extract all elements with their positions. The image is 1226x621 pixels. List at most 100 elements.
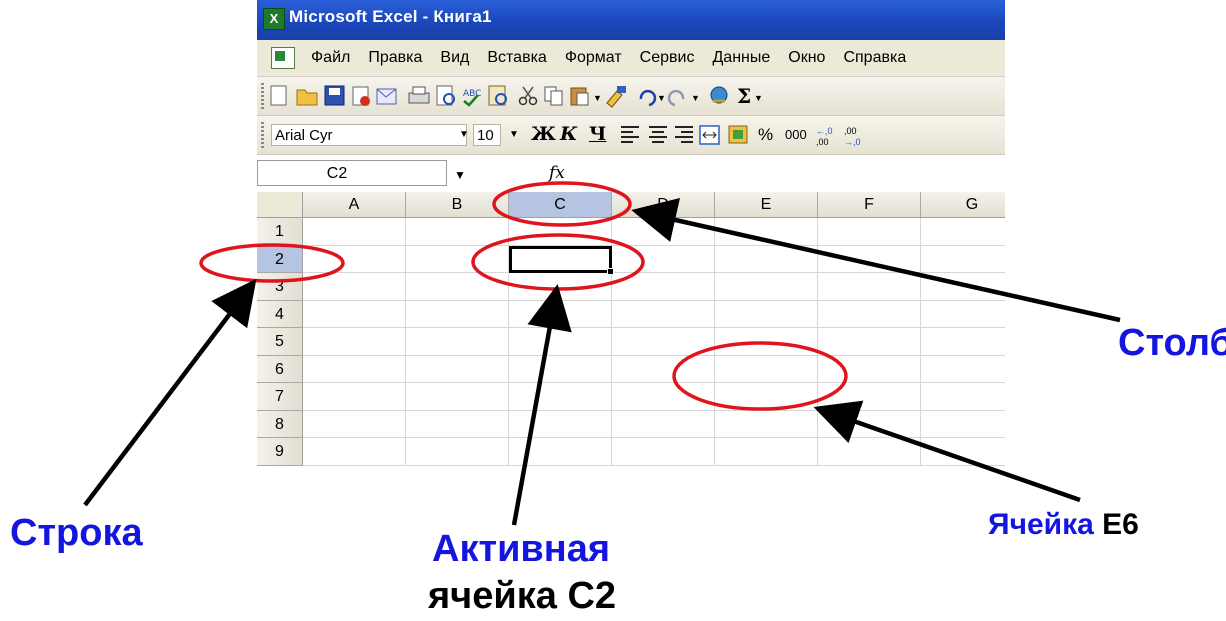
hyperlink-icon[interactable] <box>710 86 728 104</box>
chevron-down-icon[interactable]: ▼ <box>454 168 466 182</box>
cell-f7[interactable] <box>818 383 921 411</box>
cell-c4[interactable] <box>509 300 612 328</box>
cell-f9[interactable] <box>818 438 921 466</box>
cell-a6[interactable] <box>303 355 406 383</box>
cell-b8[interactable] <box>406 410 509 438</box>
cell-c1[interactable] <box>509 218 612 246</box>
cell-d4[interactable] <box>612 300 715 328</box>
cell-b4[interactable] <box>406 300 509 328</box>
new-icon[interactable] <box>270 85 287 106</box>
cell-g7[interactable] <box>921 383 1005 411</box>
cell-g8[interactable] <box>921 410 1005 438</box>
cell-e3[interactable] <box>715 273 818 301</box>
cell-d2[interactable] <box>612 245 715 273</box>
row-header-6[interactable]: 6 <box>257 355 303 383</box>
menu-help[interactable]: Справка <box>843 49 906 67</box>
cell-d1[interactable] <box>612 218 715 246</box>
workbook-icon[interactable] <box>271 47 295 69</box>
column-header-b[interactable]: B <box>406 192 509 218</box>
column-header-g[interactable]: G <box>921 192 1005 218</box>
cell-f6[interactable] <box>818 355 921 383</box>
email-icon[interactable] <box>376 88 397 105</box>
menu-data[interactable]: Данные <box>712 49 770 67</box>
row-header-5[interactable]: 5 <box>257 328 303 356</box>
cell-g9[interactable] <box>921 438 1005 466</box>
cell-a2[interactable] <box>303 245 406 273</box>
cell-a7[interactable] <box>303 383 406 411</box>
cell-e1[interactable] <box>715 218 818 246</box>
cut-icon[interactable] <box>518 86 538 106</box>
cell-e2[interactable] <box>715 245 818 273</box>
cell-d5[interactable] <box>612 328 715 356</box>
open-icon[interactable] <box>296 89 318 106</box>
cell-a9[interactable] <box>303 438 406 466</box>
cell-c3[interactable] <box>509 273 612 301</box>
cell-d8[interactable] <box>612 410 715 438</box>
cell-d7[interactable] <box>612 383 715 411</box>
menu-file[interactable]: Файл <box>311 49 350 67</box>
cell-e8[interactable] <box>715 410 818 438</box>
row-header-1[interactable]: 1 <box>257 218 303 246</box>
cell-f5[interactable] <box>818 328 921 356</box>
decrease-decimal-icon[interactable]: ,00→,0 <box>844 126 861 147</box>
paste-icon[interactable]: ▼ <box>570 87 602 106</box>
cell-c6[interactable] <box>509 355 612 383</box>
cell-e6[interactable] <box>715 355 818 383</box>
cell-c5[interactable] <box>509 328 612 356</box>
column-header-a[interactable]: A <box>303 192 406 218</box>
row-header-2[interactable]: 2 <box>257 245 303 273</box>
save-icon[interactable] <box>324 85 345 106</box>
menu-insert[interactable]: Вставка <box>487 49 546 67</box>
menu-edit[interactable]: Правка <box>368 49 422 67</box>
cell-f3[interactable] <box>818 273 921 301</box>
cell-e7[interactable] <box>715 383 818 411</box>
increase-decimal-icon[interactable]: ←,0,00 <box>816 126 833 147</box>
cell-e4[interactable] <box>715 300 818 328</box>
row-header-8[interactable]: 8 <box>257 410 303 438</box>
row-header-9[interactable]: 9 <box>257 438 303 466</box>
cell-d9[interactable] <box>612 438 715 466</box>
cell-g1[interactable] <box>921 218 1005 246</box>
cell-f2[interactable] <box>818 245 921 273</box>
cell-a4[interactable] <box>303 300 406 328</box>
column-header-d[interactable]: D <box>612 192 715 218</box>
cell-f1[interactable] <box>818 218 921 246</box>
name-box[interactable]: C2 <box>257 160 447 186</box>
undo-icon[interactable]: ▼ <box>639 89 666 107</box>
column-header-e[interactable]: E <box>715 192 818 218</box>
row-header-7[interactable]: 7 <box>257 383 303 411</box>
cell-b1[interactable] <box>406 218 509 246</box>
cell-g5[interactable] <box>921 328 1005 356</box>
cell-f8[interactable] <box>818 410 921 438</box>
cell-g6[interactable] <box>921 355 1005 383</box>
autosum-icon[interactable]: Σ ▼ <box>737 84 763 108</box>
cell-g2[interactable] <box>921 245 1005 273</box>
permission-icon[interactable] <box>352 86 370 106</box>
cell-b2[interactable] <box>406 245 509 273</box>
print-icon[interactable] <box>408 86 430 104</box>
cell-a5[interactable] <box>303 328 406 356</box>
cell-c9[interactable] <box>509 438 612 466</box>
cell-a1[interactable] <box>303 218 406 246</box>
cell-f4[interactable] <box>818 300 921 328</box>
menu-window[interactable]: Окно <box>788 49 825 67</box>
menu-tools[interactable]: Сервис <box>640 49 695 67</box>
cell-e9[interactable] <box>715 438 818 466</box>
select-all-corner[interactable] <box>257 192 303 218</box>
menu-format[interactable]: Формат <box>565 49 622 67</box>
cell-a3[interactable] <box>303 273 406 301</box>
cell-a8[interactable] <box>303 410 406 438</box>
fx-icon[interactable]: fx <box>549 163 565 183</box>
cell-e5[interactable] <box>715 328 818 356</box>
cell-c8[interactable] <box>509 410 612 438</box>
copy-icon[interactable] <box>544 86 563 106</box>
cell-b9[interactable] <box>406 438 509 466</box>
cell-d6[interactable] <box>612 355 715 383</box>
cell-b6[interactable] <box>406 355 509 383</box>
row-header-3[interactable]: 3 <box>257 273 303 301</box>
row-header-4[interactable]: 4 <box>257 300 303 328</box>
cell-b7[interactable] <box>406 383 509 411</box>
research-icon[interactable] <box>488 85 507 106</box>
print-preview-icon[interactable] <box>436 85 455 106</box>
spelling-icon[interactable]: ABC <box>463 89 481 107</box>
